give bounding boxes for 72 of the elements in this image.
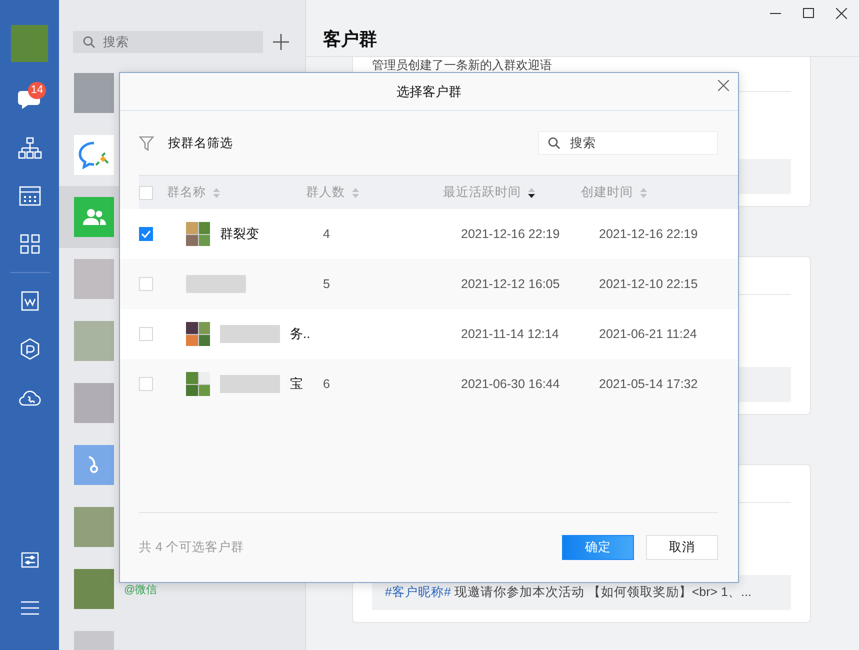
document-w-icon <box>20 291 38 311</box>
table-cell-text: 2021-11-14 12:14 <box>461 327 560 341</box>
maximize-icon <box>803 8 814 18</box>
close-button[interactable] <box>718 80 729 91</box>
table-cell-text: 2021-12-16 22:19 <box>599 227 699 241</box>
cloud-phone-icon <box>18 388 40 406</box>
org-chart-icon <box>18 137 42 159</box>
table-row[interactable]: 宝 6 2021-06-30 16:44 2021-05-14 17:32 <box>120 359 738 409</box>
search-placeholder: 搜索 <box>570 134 596 152</box>
table-cell-text: 2021-12-16 22:19 <box>461 227 561 241</box>
count-text: 共 4 个可选客户群 <box>139 539 245 556</box>
table-row[interactable]: 5 2021-12-12 16:05 2021-12-10 22:15 <box>120 259 738 309</box>
unread-badge: 14 <box>28 82 46 99</box>
search-field[interactable]: 搜索 <box>73 31 263 53</box>
people-icon <box>82 208 106 226</box>
close-button[interactable] <box>833 6 850 20</box>
menu-icon <box>20 601 38 615</box>
photo-placeholder <box>74 507 114 547</box>
column-header[interactable]: 群人数 <box>306 184 345 201</box>
hexagon-cube-icon <box>20 338 40 360</box>
maximize-button[interactable] <box>800 6 817 20</box>
column-header[interactable]: 创建时间 <box>581 184 633 201</box>
photo-placeholder <box>74 259 114 299</box>
close-icon <box>836 8 847 18</box>
table-cell-text: 2021-12-12 16:05 <box>461 277 561 291</box>
source-tag: @微信 <box>124 582 158 596</box>
table-row[interactable]: 群裂变 4 2021-12-16 22:19 2021-12-16 22:19 <box>120 209 738 259</box>
nav-item[interactable]: 14 <box>0 76 59 124</box>
search-field[interactable]: 搜索 <box>538 131 718 155</box>
table-cell-text: 6 <box>323 377 331 391</box>
search-icon <box>83 36 95 48</box>
photo-placeholder <box>74 321 114 361</box>
confirm-button[interactable]: 确定 <box>562 535 634 560</box>
table-row[interactable]: 务.. 2021-11-14 12:14 2021-06-21 11:24 <box>120 309 738 359</box>
filter-icon <box>139 136 154 150</box>
photo-placeholder <box>74 383 114 423</box>
sliders-icon <box>20 552 38 568</box>
add-button[interactable] <box>273 34 289 50</box>
calendar-icon <box>18 186 40 206</box>
group-avatar <box>186 322 210 346</box>
message-text: #客户昵称# 现邀请你参加本次活动 【如何领取奖励】<br> 1、... <box>385 584 752 601</box>
chat-item[interactable]: @微信 <box>59 558 305 620</box>
search-placeholder: 搜索 <box>103 34 129 50</box>
table-cell-text: 2021-05-14 17:32 <box>599 377 699 391</box>
filter-label: 按群名筛选 <box>168 134 234 152</box>
table-cell-text: 5 <box>323 277 331 291</box>
chat-bubble-logo-icon <box>78 141 110 169</box>
table-cell-text: 4 <box>323 227 331 241</box>
table-cell: 群裂变 <box>220 225 259 243</box>
table-cell-text: 2021-06-21 11:24 <box>599 327 698 341</box>
dialog-title: 选择客户群 <box>396 82 462 100</box>
photo-placeholder <box>74 569 114 609</box>
column-header[interactable]: 群名称 <box>167 184 206 201</box>
page-title: 客户群 <box>323 28 378 51</box>
cancel-button[interactable]: 取消 <box>646 535 718 560</box>
table-cell: 宝 <box>290 375 303 393</box>
apps-grid-icon <box>20 234 40 254</box>
group-avatar <box>186 372 210 396</box>
column-header[interactable]: 最近活跃时间 <box>443 184 521 201</box>
plus-icon <box>273 34 289 50</box>
table-cell: 务.. <box>290 325 310 343</box>
checkbox[interactable] <box>139 227 153 241</box>
close-icon <box>718 80 729 91</box>
check-icon <box>141 230 151 238</box>
search-icon <box>548 137 560 149</box>
table-cell-text: 2021-06-30 16:44 <box>461 377 561 391</box>
photo-placeholder <box>74 73 114 113</box>
group-avatar <box>186 222 210 246</box>
minimize-icon <box>770 12 781 14</box>
table-cell-text: 2021-12-10 22:15 <box>599 277 699 291</box>
chat-item[interactable] <box>59 186 119 248</box>
welcome-message-text: 管理员创建了一条新的入群欢迎语 <box>372 57 552 73</box>
